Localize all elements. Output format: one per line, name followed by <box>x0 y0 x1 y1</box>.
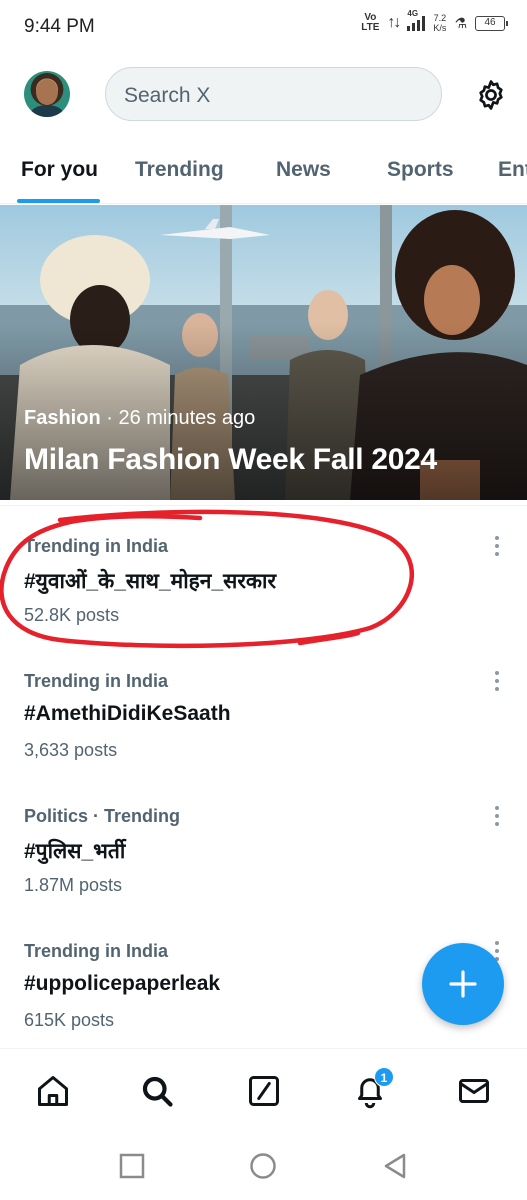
trend-item[interactable]: Politics · Trending #पुलिस_भर्ती 1.87M p… <box>0 780 527 915</box>
recents-icon[interactable] <box>118 1152 146 1180</box>
trend-name: #युवाओं_के_साथ_मोहन_सरकार <box>24 570 277 593</box>
status-time: 9:44 PM <box>24 16 95 37</box>
back-icon[interactable] <box>381 1152 409 1180</box>
featured-story[interactable]: Fashion · 26 minutes ago Milan Fashion W… <box>0 205 527 500</box>
trend-item[interactable]: Trending in India #AmethiDidiKeSaath 3,6… <box>0 645 527 780</box>
trend-name: #पुलिस_भर्ती <box>24 840 126 863</box>
trend-context: Trending in India <box>24 941 168 961</box>
story-category: Fashion <box>24 407 101 429</box>
speed-unit: K/s <box>433 23 447 33</box>
home-circle-icon[interactable] <box>249 1152 277 1180</box>
trend-post-count: 52.8K posts <box>24 605 120 625</box>
battery-icon: 46 <box>475 15 508 31</box>
explore-tabs: For you Trending News Sports Ent <box>0 140 527 204</box>
story-time: 26 minutes ago <box>118 407 256 429</box>
tab-trending[interactable]: Trending <box>135 158 224 182</box>
network-type: 4G <box>407 9 419 18</box>
trend-post-count: 3,633 posts <box>24 740 118 760</box>
data-activity-icon: ↑↓ <box>387 14 401 31</box>
gear-icon[interactable] <box>474 78 508 112</box>
search-icon[interactable] <box>137 1071 177 1111</box>
trend-name: #uppolicepaperleak <box>24 972 221 995</box>
plus-icon <box>449 970 477 998</box>
trend-item[interactable]: Trending in India #युवाओं_के_साथ_मोहन_सर… <box>0 510 527 645</box>
trend-context: Trending in India <box>24 671 168 691</box>
tab-for-you[interactable]: For you <box>21 158 98 182</box>
tab-sports[interactable]: Sports <box>387 158 454 182</box>
story-title: Milan Fashion Week Fall 2024 <box>24 443 437 476</box>
search-placeholder: Search X <box>124 84 211 107</box>
tab-entertainment[interactable]: Ent <box>498 158 527 182</box>
flask-icon: ⚗ <box>454 14 467 31</box>
trend-context: Politics · Trending <box>24 806 181 826</box>
system-navigation <box>0 1132 527 1200</box>
network-speed: 7.2 K/s <box>433 13 446 33</box>
story-meta: Fashion · 26 minutes ago <box>24 407 255 430</box>
trend-post-count: 1.87M posts <box>24 875 123 895</box>
status-bar: 9:44 PM Vo LTE ↑↓ 4G 7.2 K/s ⚗ 46 <box>0 0 527 52</box>
speed-value: 7.2 <box>433 13 447 23</box>
tab-news[interactable]: News <box>276 158 331 182</box>
divider <box>0 505 527 506</box>
compose-button[interactable] <box>422 943 504 1025</box>
battery-level: 46 <box>484 16 496 28</box>
more-options-icon[interactable] <box>486 671 508 695</box>
signal-icon: 4G <box>407 9 426 31</box>
notifications-icon[interactable]: 1 <box>350 1067 394 1111</box>
trend-name: #AmethiDidiKeSaath <box>24 702 231 725</box>
more-options-icon[interactable] <box>486 536 508 560</box>
meta-separator: · <box>100 407 119 429</box>
bottom-navigation: 1 <box>0 1048 527 1132</box>
notification-badge: 1 <box>374 1067 394 1087</box>
more-options-icon[interactable] <box>486 806 508 830</box>
trend-context: Trending in India <box>24 536 168 556</box>
grok-icon[interactable] <box>244 1071 284 1111</box>
messages-icon[interactable] <box>454 1071 494 1111</box>
active-tab-indicator <box>17 199 100 203</box>
home-icon[interactable] <box>33 1071 73 1111</box>
volte-indicator: Vo LTE <box>361 12 380 33</box>
profile-avatar[interactable] <box>24 71 70 117</box>
trend-post-count: 615K posts <box>24 1010 115 1030</box>
status-icons: Vo LTE ↑↓ 4G 7.2 K/s ⚗ 46 <box>361 9 508 33</box>
search-input[interactable]: Search X <box>105 67 442 121</box>
top-header: Search X <box>0 64 527 124</box>
